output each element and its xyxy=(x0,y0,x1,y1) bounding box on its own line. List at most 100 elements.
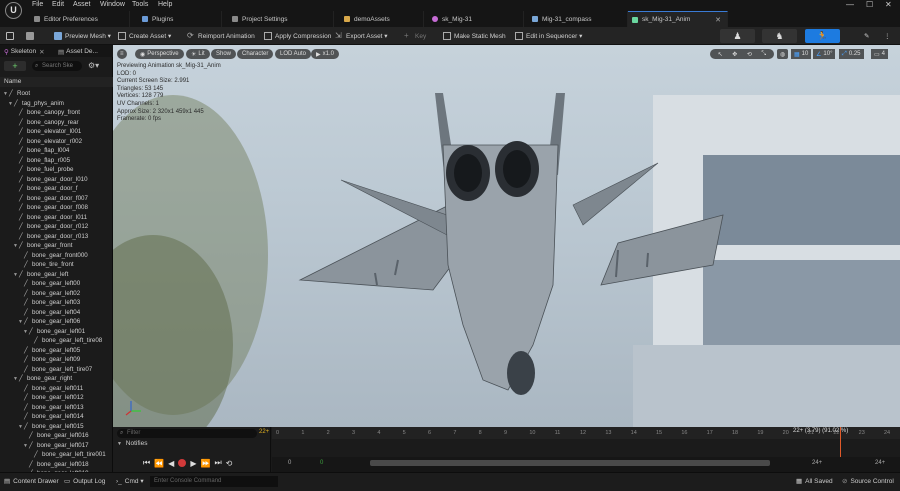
lod-button[interactable]: LOD Auto xyxy=(275,49,312,59)
bone-tree-item[interactable]: ╱ bone_gear_door_r012 xyxy=(13,222,88,231)
maximize-icon[interactable]: ☐ xyxy=(866,0,873,9)
minimize-icon[interactable]: — xyxy=(846,0,854,9)
bone-tree-item[interactable]: ▼╱ bone_gear_left017 xyxy=(23,441,89,450)
bone-tree-item[interactable]: ╱ bone_flap_r005 xyxy=(13,156,70,165)
bone-tree-item[interactable]: ╱ bone_flap_l004 xyxy=(13,146,69,155)
output-log-button[interactable]: ▭ Output Log xyxy=(64,477,105,486)
bone-tree-item[interactable]: ╱ bone_fuel_probe xyxy=(13,165,73,174)
cmd-dropdown[interactable]: ›_ Cmd ▾ xyxy=(116,477,144,486)
console-command-input[interactable]: Enter Console Command xyxy=(150,476,278,487)
notifies-track[interactable]: ▼ Notifies xyxy=(117,440,147,447)
menu-edit[interactable]: Edit xyxy=(52,1,64,8)
bone-tree-item[interactable]: ╱ bone_gear_door_f xyxy=(13,184,78,193)
bone-tree-item[interactable]: ╱ bone_gear_left00 xyxy=(18,279,80,288)
camera-speed-button[interactable]: ▭ 4 xyxy=(871,49,889,59)
bone-tree-item[interactable]: ╱ bone_gear_left09 xyxy=(18,355,80,364)
bone-tree-item[interactable]: ╱ bone_gear_door_r013 xyxy=(13,232,88,241)
bone-tree-item[interactable]: ╱ bone_gear_left014 xyxy=(18,412,84,421)
step-back-icon[interactable]: ⏪ xyxy=(154,459,164,468)
bone-tree-item[interactable]: ╱ bone_gear_front000 xyxy=(18,251,88,260)
skeleton-mode-button[interactable]: ♟ xyxy=(720,29,755,43)
key-button[interactable]: + Key xyxy=(404,30,426,42)
bone-tree-item[interactable]: ╱ bone_gear_left04 xyxy=(18,308,80,317)
bone-tree-item[interactable]: ╱ bone_gear_left016 xyxy=(23,431,89,440)
more-options-icon[interactable]: ⋮ xyxy=(884,30,891,42)
step-forward-icon[interactable]: ⏩ xyxy=(200,459,210,468)
tab-sk-mig-31-anim[interactable]: sk_Mig-31_Anim ✕ xyxy=(628,11,728,27)
character-button[interactable]: Character xyxy=(237,49,274,59)
grid-snap-button[interactable]: ▦ 10 xyxy=(791,49,812,59)
bone-tree-item[interactable]: ╱ bone_gear_door_f008 xyxy=(13,203,88,212)
loop-icon[interactable]: ⟲ xyxy=(226,459,233,468)
notify-track-area[interactable] xyxy=(272,427,900,457)
bone-tree-item[interactable]: ╱ bone_gear_door_f007 xyxy=(13,194,88,203)
animation-viewport[interactable]: ≡ ◉ Perspective ☀ Lit Show Character LOD A… xyxy=(113,45,900,427)
bone-tree-item[interactable]: ╱ bone_canopy_front xyxy=(13,108,80,117)
playhead-line[interactable] xyxy=(840,427,841,457)
tab-skeleton[interactable]: ⚲ Skeleton ✕ xyxy=(4,46,45,57)
bone-tree-item[interactable]: ╱ bone_tire_front xyxy=(18,260,74,269)
lit-button[interactable]: ☀ Lit xyxy=(186,49,210,59)
gear-icon[interactable]: ⚙▾ xyxy=(88,61,99,70)
bone-tree-item[interactable]: ╱ bone_gear_left03 xyxy=(18,298,80,307)
close-window-icon[interactable]: ✕ xyxy=(885,0,892,9)
mesh-mode-button[interactable]: ♞ xyxy=(762,29,797,43)
playback-speed-button[interactable]: ▶ x1.0 xyxy=(311,49,339,59)
world-space-button[interactable]: ◍ xyxy=(777,49,789,59)
bone-tree-item[interactable]: ╱ bone_gear_left012 xyxy=(18,393,84,402)
skip-to-start-icon[interactable]: ⏮ xyxy=(143,458,150,468)
skip-to-end-icon[interactable]: ⏭ xyxy=(214,458,221,468)
tab-project-settings[interactable]: Project Settings xyxy=(228,11,334,27)
bone-tree-item[interactable]: ▼╱ bone_gear_right xyxy=(13,374,72,383)
tab-mig-31-compass[interactable]: Mig-31_compass xyxy=(528,11,628,27)
skeleton-search-input[interactable]: ⌕ Search Ske xyxy=(32,61,82,71)
edit-in-sequencer-button[interactable]: Edit in Sequencer ▾ xyxy=(515,30,582,42)
tab-demo-assets[interactable]: demoAssets xyxy=(340,11,424,27)
export-asset-button[interactable]: ⇲ Export Asset ▾ xyxy=(335,30,388,42)
scale-snap-button[interactable]: ⤢ 0.25 xyxy=(839,49,864,59)
reimport-animation-button[interactable]: ⟳ Reimport Animation xyxy=(187,30,255,42)
animation-mode-button[interactable]: 🏃 xyxy=(805,29,840,43)
browse-icon[interactable] xyxy=(26,30,37,42)
bone-tree-item[interactable]: ╱ bone_gear_left011 xyxy=(18,384,83,393)
create-asset-button[interactable]: Create Asset ▾ xyxy=(118,30,171,42)
menu-help[interactable]: Help xyxy=(158,1,172,8)
tab-sk-mig-31[interactable]: sk_Mig-31 xyxy=(428,11,524,27)
bone-tree-item[interactable]: ╱ bone_gear_left02 xyxy=(18,289,80,298)
tab-editor-preferences[interactable]: Editor Preferences xyxy=(30,11,130,27)
add-button[interactable]: + xyxy=(4,61,26,71)
record-icon[interactable] xyxy=(178,459,187,467)
make-static-mesh-button[interactable]: Make Static Mesh xyxy=(443,30,506,42)
tab-asset-details[interactable]: ▤ Asset De... xyxy=(58,46,98,57)
bone-tree-item[interactable]: ▼╱ tag_phys_anim xyxy=(8,99,64,108)
menu-file[interactable]: File xyxy=(32,1,43,8)
bone-tree-item[interactable]: ▼╱ bone_gear_front xyxy=(13,241,72,250)
close-tab-icon[interactable]: ✕ xyxy=(39,48,44,56)
bone-tree-item[interactable]: ╱ bone_gear_left_tire08 xyxy=(28,336,102,345)
menu-tools[interactable]: Tools xyxy=(132,1,148,8)
play-reverse-icon[interactable]: ◀ xyxy=(168,459,174,468)
apply-compression-button[interactable]: Apply Compression xyxy=(264,30,331,42)
play-icon[interactable]: ▶ xyxy=(190,459,196,468)
bone-tree-item[interactable]: ╱ bone_elevator_l001 xyxy=(13,127,81,136)
bone-tree-item[interactable]: ▼╱ bone_gear_left06 xyxy=(18,317,80,326)
bone-tree-item[interactable]: ╱ bone_gear_left_tire07 xyxy=(18,365,92,374)
transform-tools[interactable]: ↖ ✥ ⟲ ⤡ xyxy=(710,49,774,59)
all-saved-indicator[interactable]: ▦ All Saved xyxy=(796,477,833,486)
perspective-button[interactable]: ◉ Perspective xyxy=(135,49,184,59)
show-button[interactable]: Show xyxy=(211,49,237,59)
content-drawer-button[interactable]: ▤ Content Drawer xyxy=(4,477,59,486)
bone-tree-item[interactable]: ╱ bone_gear_door_l010 xyxy=(13,175,88,184)
preview-mesh-button[interactable]: Preview Mesh ▾ xyxy=(54,30,111,42)
bone-tree-item[interactable]: ▼╱ bone_gear_left01 xyxy=(23,327,85,336)
timeline-filter-input[interactable]: ⌕ Filter xyxy=(117,429,257,438)
menu-window[interactable]: Window xyxy=(100,1,125,8)
bone-tree-item[interactable]: ╱ bone_gear_left013 xyxy=(18,403,84,412)
bone-tree-item[interactable]: ╱ bone_gear_left_tire001 xyxy=(28,450,106,459)
rotation-snap-button[interactable]: ∠ 10° xyxy=(813,49,836,59)
bone-tree-item[interactable]: ▼╱ Root xyxy=(3,89,30,98)
save-icon[interactable] xyxy=(6,30,17,42)
settings-icon[interactable]: ✎ xyxy=(864,30,869,42)
range-scrollbar[interactable] xyxy=(370,460,770,466)
tab-plugins[interactable]: Plugins xyxy=(138,11,222,27)
